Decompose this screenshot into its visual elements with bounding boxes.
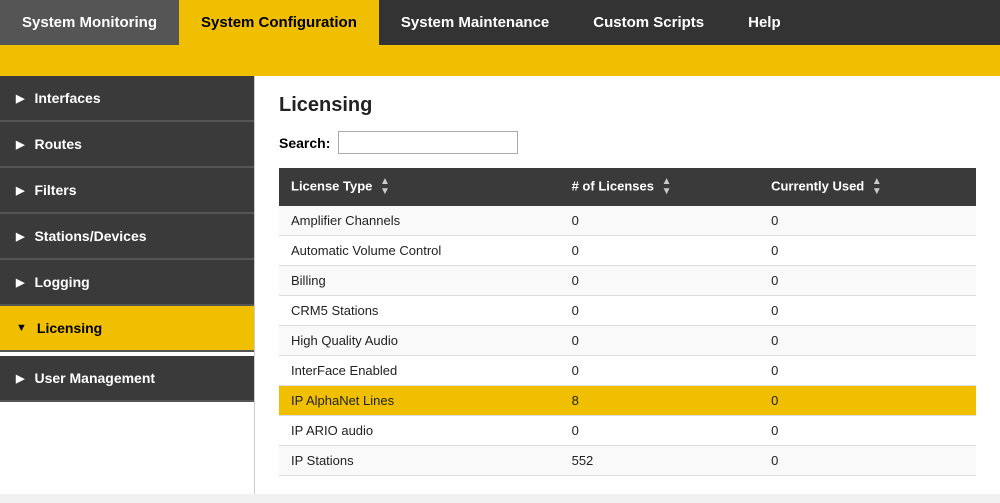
cell-num-licenses: 0: [560, 356, 759, 386]
col-currently-used[interactable]: Currently Used ▲▼: [759, 168, 976, 206]
col-license-type[interactable]: License Type ▲▼: [279, 168, 560, 206]
sort-icon-currently-used: ▲▼: [872, 177, 882, 197]
cell-currently-used: 0: [759, 296, 976, 326]
sidebar-item-routes[interactable]: ▶ Routes: [0, 122, 254, 168]
cell-num-licenses: 0: [560, 326, 759, 356]
cell-num-licenses: 0: [560, 206, 759, 236]
table-row[interactable]: Amplifier Channels00: [279, 206, 976, 236]
cell-license-type: IP ARIO audio: [279, 416, 560, 446]
chevron-right-icon: ▶: [16, 276, 24, 289]
sidebar-item-licensing[interactable]: ▼ Licensing: [0, 306, 254, 352]
search-label: Search:: [279, 135, 330, 151]
table-header-row: License Type ▲▼ # of Licenses ▲▼ Current…: [279, 168, 976, 206]
table-row[interactable]: Automatic Volume Control00: [279, 236, 976, 266]
tab-custom-scripts[interactable]: Custom Scripts: [571, 0, 726, 45]
tab-system-maintenance[interactable]: System Maintenance: [379, 0, 571, 45]
main-layout: ▶ Interfaces ▶ Routes ▶ Filters ▶ Statio…: [0, 76, 1000, 494]
chevron-right-icon: ▶: [16, 138, 24, 151]
table-row[interactable]: IP Stations5520: [279, 446, 976, 476]
cell-license-type: IP Stations: [279, 446, 560, 476]
sidebar-label-licensing: Licensing: [37, 320, 102, 336]
table-row[interactable]: IP AlphaNet Lines80: [279, 386, 976, 416]
cell-num-licenses: 0: [560, 296, 759, 326]
tab-system-configuration[interactable]: System Configuration: [179, 0, 379, 45]
sidebar-label-filters: Filters: [34, 182, 76, 198]
table-row[interactable]: IP ARIO audio00: [279, 416, 976, 446]
page-title: Licensing: [279, 94, 976, 117]
table-row[interactable]: Billing00: [279, 266, 976, 296]
cell-license-type: InterFace Enabled: [279, 356, 560, 386]
tab-system-monitoring[interactable]: System Monitoring: [0, 0, 179, 45]
sidebar-label-interfaces: Interfaces: [34, 90, 100, 106]
cell-currently-used: 0: [759, 206, 976, 236]
table-row[interactable]: InterFace Enabled00: [279, 356, 976, 386]
cell-num-licenses: 552: [560, 446, 759, 476]
cell-currently-used: 0: [759, 446, 976, 476]
cell-num-licenses: 0: [560, 266, 759, 296]
chevron-right-icon: ▶: [16, 92, 24, 105]
yellow-bar: [0, 48, 1000, 76]
license-table: License Type ▲▼ # of Licenses ▲▼ Current…: [279, 168, 976, 476]
col-num-licenses[interactable]: # of Licenses ▲▼: [560, 168, 759, 206]
sidebar-item-user-management[interactable]: ▶ User Management: [0, 356, 254, 402]
chevron-down-icon: ▼: [16, 322, 27, 334]
cell-license-type: High Quality Audio: [279, 326, 560, 356]
sort-icon-license-type: ▲▼: [380, 177, 390, 197]
cell-license-type: Billing: [279, 266, 560, 296]
cell-num-licenses: 8: [560, 386, 759, 416]
content-area: Licensing Search: License Type ▲▼ # of L…: [255, 76, 1000, 494]
sidebar-label-user-management: User Management: [34, 370, 155, 386]
sidebar-item-filters[interactable]: ▶ Filters: [0, 168, 254, 214]
chevron-right-icon: ▶: [16, 230, 24, 243]
table-row[interactable]: High Quality Audio00: [279, 326, 976, 356]
tab-help[interactable]: Help: [726, 0, 803, 45]
sidebar-item-interfaces[interactable]: ▶ Interfaces: [0, 76, 254, 122]
cell-currently-used: 0: [759, 236, 976, 266]
cell-license-type: Automatic Volume Control: [279, 236, 560, 266]
table-row[interactable]: CRM5 Stations00: [279, 296, 976, 326]
cell-currently-used: 0: [759, 326, 976, 356]
sidebar-item-stations-devices[interactable]: ▶ Stations/Devices: [0, 214, 254, 260]
sidebar-label-logging: Logging: [34, 274, 89, 290]
sidebar-label-routes: Routes: [34, 136, 81, 152]
cell-license-type: Amplifier Channels: [279, 206, 560, 236]
sidebar: ▶ Interfaces ▶ Routes ▶ Filters ▶ Statio…: [0, 76, 255, 494]
cell-num-licenses: 0: [560, 416, 759, 446]
cell-currently-used: 0: [759, 266, 976, 296]
cell-currently-used: 0: [759, 356, 976, 386]
search-input[interactable]: [338, 131, 518, 154]
sidebar-item-logging[interactable]: ▶ Logging: [0, 260, 254, 306]
sort-icon-num-licenses: ▲▼: [662, 177, 672, 197]
top-nav: System Monitoring System Configuration S…: [0, 0, 1000, 48]
sidebar-label-stations-devices: Stations/Devices: [34, 228, 146, 244]
search-row: Search:: [279, 131, 976, 154]
chevron-right-icon: ▶: [16, 184, 24, 197]
cell-license-type: CRM5 Stations: [279, 296, 560, 326]
cell-num-licenses: 0: [560, 236, 759, 266]
chevron-right-icon: ▶: [16, 372, 24, 385]
cell-currently-used: 0: [759, 416, 976, 446]
cell-license-type: IP AlphaNet Lines: [279, 386, 560, 416]
cell-currently-used: 0: [759, 386, 976, 416]
